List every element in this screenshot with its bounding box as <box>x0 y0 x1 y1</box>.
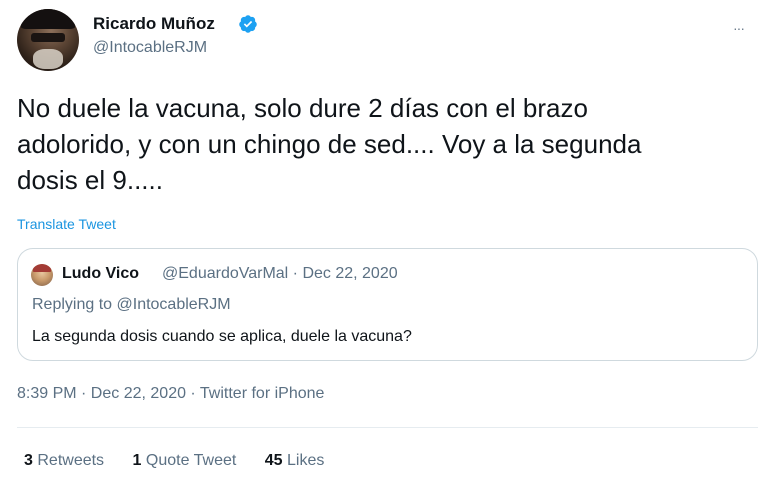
likes-stat[interactable]: 45 Likes <box>265 452 325 469</box>
tweet-text-line: adolorido, y con un chingo de sed.... Vo… <box>17 129 642 159</box>
quoted-author-name[interactable]: Ludo Vico <box>62 265 139 283</box>
likes-label: Likes <box>287 452 325 469</box>
retweets-label: Retweets <box>37 452 105 469</box>
tweet-text: No duele la vacuna, solo dure 2 días con… <box>17 90 757 198</box>
quote-tweets-stat[interactable]: 1 Quote Tweet <box>133 452 237 469</box>
more-options-icon[interactable]: ··· <box>733 20 745 36</box>
replying-to-mention[interactable]: @IntocableRJM <box>117 296 231 313</box>
verified-badge-icon <box>239 15 257 33</box>
quoted-tweet-text: La segunda dosis cuando se aplica, duele… <box>32 328 412 345</box>
author-handle[interactable]: @IntocableRJM <box>93 39 207 57</box>
likes-count: 45 <box>264 452 283 469</box>
tweet-text-line: dosis el 9..... <box>17 165 163 195</box>
tweet-stats: 3 Retweets 1 Quote Tweet 45 Likes <box>24 452 348 470</box>
quoted-author-avatar[interactable] <box>31 264 53 286</box>
tweet-text-line: No duele la vacuna, solo dure 2 días con… <box>17 93 588 123</box>
quotes-count: 1 <box>132 452 142 469</box>
author-name[interactable]: Ricardo Muñoz <box>93 14 215 34</box>
replying-to: Replying to @IntocableRJM <box>32 296 231 314</box>
quotes-label: Quote Tweet <box>145 452 237 469</box>
author-avatar[interactable] <box>17 9 79 71</box>
quoted-author-handle-date[interactable]: @EduardoVarMal · Dec 22, 2020 <box>162 265 398 283</box>
divider <box>17 427 758 428</box>
retweets-stat[interactable]: 3 Retweets <box>24 452 104 469</box>
translate-tweet-link[interactable]: Translate Tweet <box>17 216 116 232</box>
replying-to-prefix: Replying to <box>32 296 117 313</box>
retweets-count: 3 <box>24 452 33 469</box>
tweet-timestamp-source[interactable]: 8:39 PM · Dec 22, 2020 · Twitter for iPh… <box>17 385 324 403</box>
